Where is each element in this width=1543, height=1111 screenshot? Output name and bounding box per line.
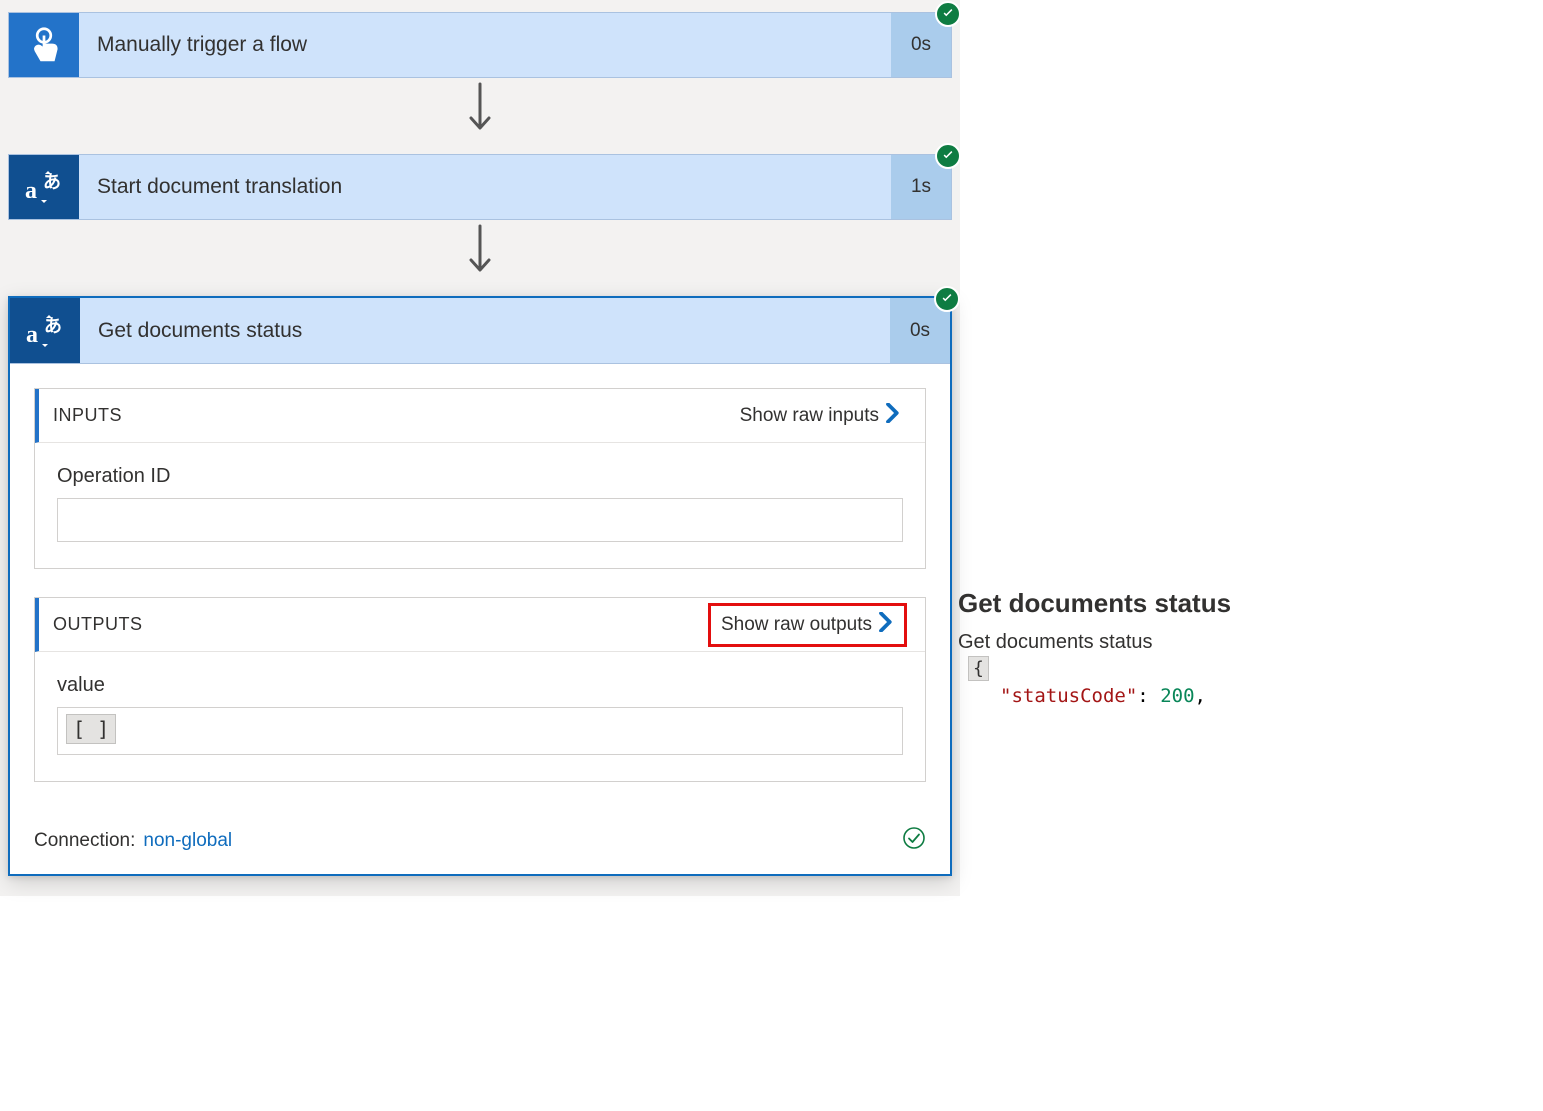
outputs-value-field[interactable]: [ ] [57, 707, 903, 755]
operation-id-field[interactable] [57, 498, 903, 542]
json-colon: : [1137, 685, 1148, 707]
raw-output-title: Get documents status [958, 588, 1528, 619]
outputs-value-label: value [57, 674, 903, 697]
chevron-right-icon [885, 403, 901, 429]
arrow-connector [0, 78, 960, 138]
flow-step-header[interactable]: a あ Get documents status 0s [10, 298, 950, 364]
translate-icon: a あ [10, 298, 80, 363]
flow-step-title: Start document translation [79, 155, 891, 219]
connection-value-link[interactable]: non-global [143, 830, 232, 852]
json-key: "statusCode" [1000, 685, 1137, 707]
json-comma: , [1195, 685, 1206, 707]
show-raw-inputs-label: Show raw inputs [740, 405, 879, 427]
connection-label: Connection: [34, 830, 135, 852]
code-brace: { [968, 656, 989, 681]
outputs-label: OUTPUTS [39, 614, 143, 635]
success-check-icon [935, 143, 961, 169]
status-ok-icon [902, 826, 926, 856]
outputs-section: OUTPUTS Show raw outputs value [ ] [34, 597, 926, 782]
show-raw-outputs-label: Show raw outputs [721, 614, 872, 636]
translate-icon: a あ [9, 155, 79, 219]
svg-text:あ: あ [44, 316, 62, 336]
show-raw-outputs-button[interactable]: Show raw outputs [708, 603, 907, 647]
flow-step-title: Manually trigger a flow [79, 13, 891, 77]
svg-text:あ: あ [43, 172, 61, 192]
operation-id-label: Operation ID [57, 465, 903, 488]
flow-step-title: Get documents status [80, 298, 890, 363]
flow-step-manual-trigger[interactable]: Manually trigger a flow 0s [8, 12, 952, 78]
svg-text:a: a [26, 322, 38, 348]
svg-text:a: a [25, 178, 37, 204]
outputs-value-text: [ ] [66, 714, 116, 744]
show-raw-inputs-button[interactable]: Show raw inputs [734, 399, 907, 433]
inputs-label: INPUTS [39, 405, 122, 426]
flow-canvas: Manually trigger a flow 0s a あ Start doc… [0, 0, 960, 896]
arrow-connector [0, 220, 960, 280]
touch-icon [9, 13, 79, 77]
code-line-statuscode: "statusCode": 200, [958, 685, 1528, 707]
success-check-icon [935, 1, 961, 27]
inputs-section: INPUTS Show raw inputs Operation ID [34, 388, 926, 569]
json-number: 200 [1160, 685, 1194, 707]
flow-step-get-documents-status-expanded: a あ Get documents status 0s INPUTS Show … [8, 296, 952, 876]
flow-step-start-translation[interactable]: a あ Start document translation 1s [8, 154, 952, 220]
success-check-icon [934, 286, 960, 312]
raw-output-subtitle: Get documents status [958, 631, 1528, 654]
chevron-right-icon [878, 612, 894, 638]
raw-output-panel: Get documents status Get documents statu… [958, 588, 1528, 707]
